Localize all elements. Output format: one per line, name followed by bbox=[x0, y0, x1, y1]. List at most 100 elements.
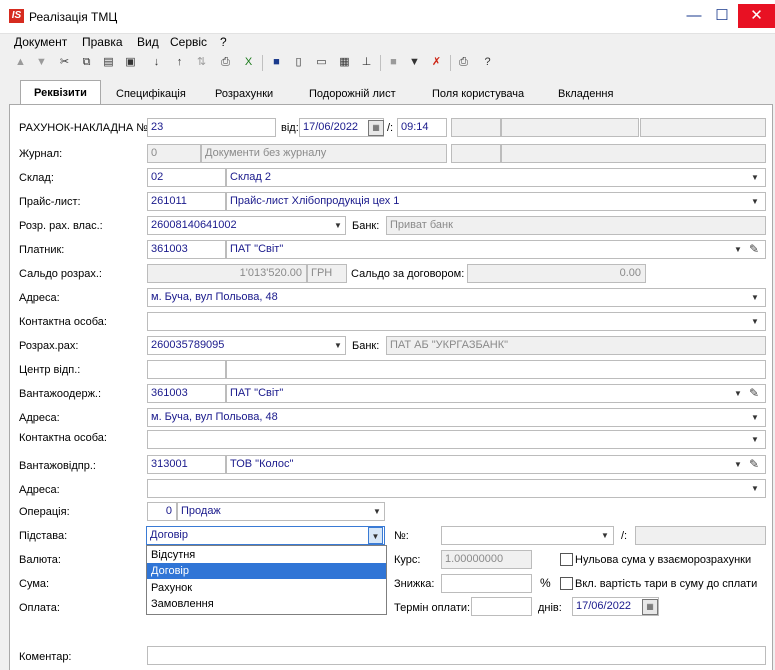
contact-label: Контактна особа: bbox=[19, 316, 107, 328]
shipper-label: Вантажовідпр.: bbox=[19, 460, 96, 472]
paste-special-icon[interactable]: ▣ bbox=[122, 54, 139, 71]
warehouse-name-field[interactable]: Склад 2 bbox=[226, 168, 766, 187]
window-title: Реалізація ТМЦ bbox=[29, 10, 118, 24]
resp-center-code-field[interactable] bbox=[147, 360, 226, 379]
print-preview-icon[interactable]: ⎙ bbox=[217, 54, 234, 71]
edit-pencil-icon[interactable]: ✎ bbox=[748, 455, 760, 474]
menu-view[interactable]: Вид bbox=[137, 35, 159, 49]
tab-specification[interactable]: Специфікація bbox=[116, 88, 186, 100]
cut-icon[interactable]: ✂ bbox=[56, 54, 73, 71]
pricelist-code-field[interactable]: 261011 bbox=[147, 192, 226, 211]
sort-asc-icon[interactable]: ↓ bbox=[148, 54, 165, 71]
tab-user-fields[interactable]: Поля користувача bbox=[432, 88, 524, 100]
chevron-down-icon[interactable]: ▼ bbox=[733, 384, 743, 403]
move-down-icon[interactable]: ▼ bbox=[33, 54, 50, 71]
contract-balance-field: 0.00 bbox=[467, 264, 646, 283]
payer-address-field[interactable]: м. Буча, вул Польова, 48 bbox=[147, 288, 766, 307]
menu-help[interactable]: ? bbox=[220, 35, 227, 49]
tab-requisites[interactable]: Реквізити bbox=[20, 80, 101, 105]
payment-term-field[interactable] bbox=[471, 597, 532, 616]
resp-center-name-field[interactable] bbox=[226, 360, 766, 379]
title-bar: IS Реалізація ТМЦ — ☐ ✕ bbox=[0, 0, 775, 34]
payer-name-field[interactable]: ПАТ "Світ" bbox=[226, 240, 766, 259]
chevron-down-icon[interactable]: ▼ bbox=[333, 216, 343, 235]
tab-bar: Реквізити Специфікація Розрахунки Подоро… bbox=[0, 80, 775, 105]
toolbar: ▲ ▼ ✂ ⧉ ▤ ▣ ↓ ↑ ⇅ ⎙ X ■ ▯ ▭ ▦ ⊥ ■ ▼ ✗ ⎙ … bbox=[0, 52, 775, 74]
balance-value-field: 1'013'520.00 bbox=[147, 264, 307, 283]
menu-service[interactable]: Сервіс bbox=[170, 35, 207, 49]
close-button[interactable]: ✕ bbox=[738, 4, 775, 28]
tab-waybill[interactable]: Подорожній лист bbox=[309, 88, 396, 100]
pricelist-name-field[interactable]: Прайс-лист Хлібопродукція цех 1 bbox=[226, 192, 766, 211]
clear-filter-icon[interactable]: ✗ bbox=[428, 54, 445, 71]
menu-document[interactable]: Документ bbox=[14, 35, 67, 49]
excel-icon[interactable]: X bbox=[240, 54, 257, 71]
consignee-address-field[interactable]: м. Буча, вул Польова, 48 bbox=[147, 408, 766, 427]
chevron-down-icon[interactable]: ▼ bbox=[600, 526, 610, 545]
tab-calculations[interactable]: Розрахунки bbox=[215, 88, 273, 100]
chevron-down-icon[interactable]: ▼ bbox=[750, 479, 760, 498]
chevron-down-icon[interactable]: ▼ bbox=[368, 527, 383, 544]
grid-icon[interactable]: ■ bbox=[385, 54, 402, 71]
basis-option-none[interactable]: Відсутня bbox=[147, 547, 386, 563]
tree-icon[interactable]: ⊥ bbox=[358, 54, 375, 71]
shipper-code-field[interactable]: 313001 bbox=[147, 455, 226, 474]
copy-icon[interactable]: ⧉ bbox=[78, 54, 95, 71]
tab-attachments[interactable]: Вкладення bbox=[558, 88, 613, 100]
chevron-down-icon[interactable]: ▼ bbox=[750, 430, 760, 449]
chevron-down-icon[interactable]: ▼ bbox=[750, 192, 760, 211]
shipper-address-field[interactable] bbox=[147, 479, 766, 498]
chevron-down-icon[interactable]: ▼ bbox=[750, 312, 760, 331]
tare-checkbox[interactable] bbox=[560, 577, 573, 590]
consignee-name-field[interactable]: ПАТ "Світ" bbox=[226, 384, 766, 403]
edit-pencil-icon[interactable]: ✎ bbox=[748, 384, 760, 403]
printer-icon[interactable]: ⎙ bbox=[455, 54, 472, 71]
invoice-number-field[interactable]: 23 bbox=[147, 118, 276, 137]
basis-option-order[interactable]: Замовлення bbox=[147, 596, 386, 612]
consignee-contact-field[interactable] bbox=[147, 430, 766, 449]
zero-sum-checkbox[interactable] bbox=[560, 553, 573, 566]
chevron-down-icon[interactable]: ▼ bbox=[750, 168, 760, 187]
basis-select[interactable]: Договір bbox=[146, 526, 385, 545]
chevron-down-icon[interactable]: ▼ bbox=[733, 455, 743, 474]
own-account-field[interactable]: 26008140641002 bbox=[147, 216, 346, 235]
operation-code-field[interactable]: 0 bbox=[147, 502, 177, 521]
settlement-account-field[interactable]: 260035789095 bbox=[147, 336, 346, 355]
menu-edit[interactable]: Правка bbox=[82, 35, 123, 49]
shipper-name-field[interactable]: ТОВ "Колос" bbox=[226, 455, 766, 474]
tare-label: Вкл. вартість тари в суму до сплати bbox=[575, 578, 758, 590]
basis-option-contract[interactable]: Договір bbox=[147, 563, 386, 579]
operation-name-field[interactable]: Продаж bbox=[177, 502, 385, 521]
chevron-down-icon[interactable]: ▼ bbox=[333, 336, 343, 355]
number-field[interactable] bbox=[441, 526, 614, 545]
calendar-icon[interactable]: ▦ bbox=[368, 120, 384, 136]
filter-icon[interactable]: ▼ bbox=[406, 54, 423, 71]
edit-pencil-icon[interactable]: ✎ bbox=[748, 240, 760, 259]
warehouse-code-field[interactable]: 02 bbox=[147, 168, 226, 187]
comment-field[interactable] bbox=[147, 646, 766, 665]
save-icon[interactable]: ■ bbox=[268, 54, 285, 71]
calendar-icon[interactable]: ▦ bbox=[642, 599, 658, 615]
book-icon[interactable]: ▯ bbox=[290, 54, 307, 71]
contact-field[interactable] bbox=[147, 312, 766, 331]
book-open-icon[interactable]: ▭ bbox=[313, 54, 330, 71]
discount-field[interactable] bbox=[441, 574, 532, 593]
time-field[interactable]: 09:14 bbox=[397, 118, 447, 137]
minimize-button[interactable]: — bbox=[680, 4, 708, 28]
help-icon[interactable]: ? bbox=[479, 54, 496, 71]
paste-icon[interactable]: ▤ bbox=[100, 54, 117, 71]
zero-sum-label: Нульова сума у взаєморозрахунки bbox=[575, 554, 752, 566]
payer-code-field[interactable]: 361003 bbox=[147, 240, 226, 259]
chevron-down-icon[interactable]: ▼ bbox=[372, 502, 382, 521]
sort-icon[interactable]: ⇅ bbox=[193, 54, 210, 71]
basis-option-invoice[interactable]: Рахунок bbox=[147, 580, 386, 596]
chevron-down-icon[interactable]: ▼ bbox=[733, 240, 743, 259]
documents-icon[interactable]: ▦ bbox=[336, 54, 353, 71]
sort-desc-icon[interactable]: ↑ bbox=[171, 54, 188, 71]
move-up-icon[interactable]: ▲ bbox=[12, 54, 29, 71]
operation-label: Операція: bbox=[19, 506, 70, 518]
consignee-code-field[interactable]: 361003 bbox=[147, 384, 226, 403]
chevron-down-icon[interactable]: ▼ bbox=[750, 408, 760, 427]
chevron-down-icon[interactable]: ▼ bbox=[750, 288, 760, 307]
maximize-button[interactable]: ☐ bbox=[708, 4, 736, 28]
